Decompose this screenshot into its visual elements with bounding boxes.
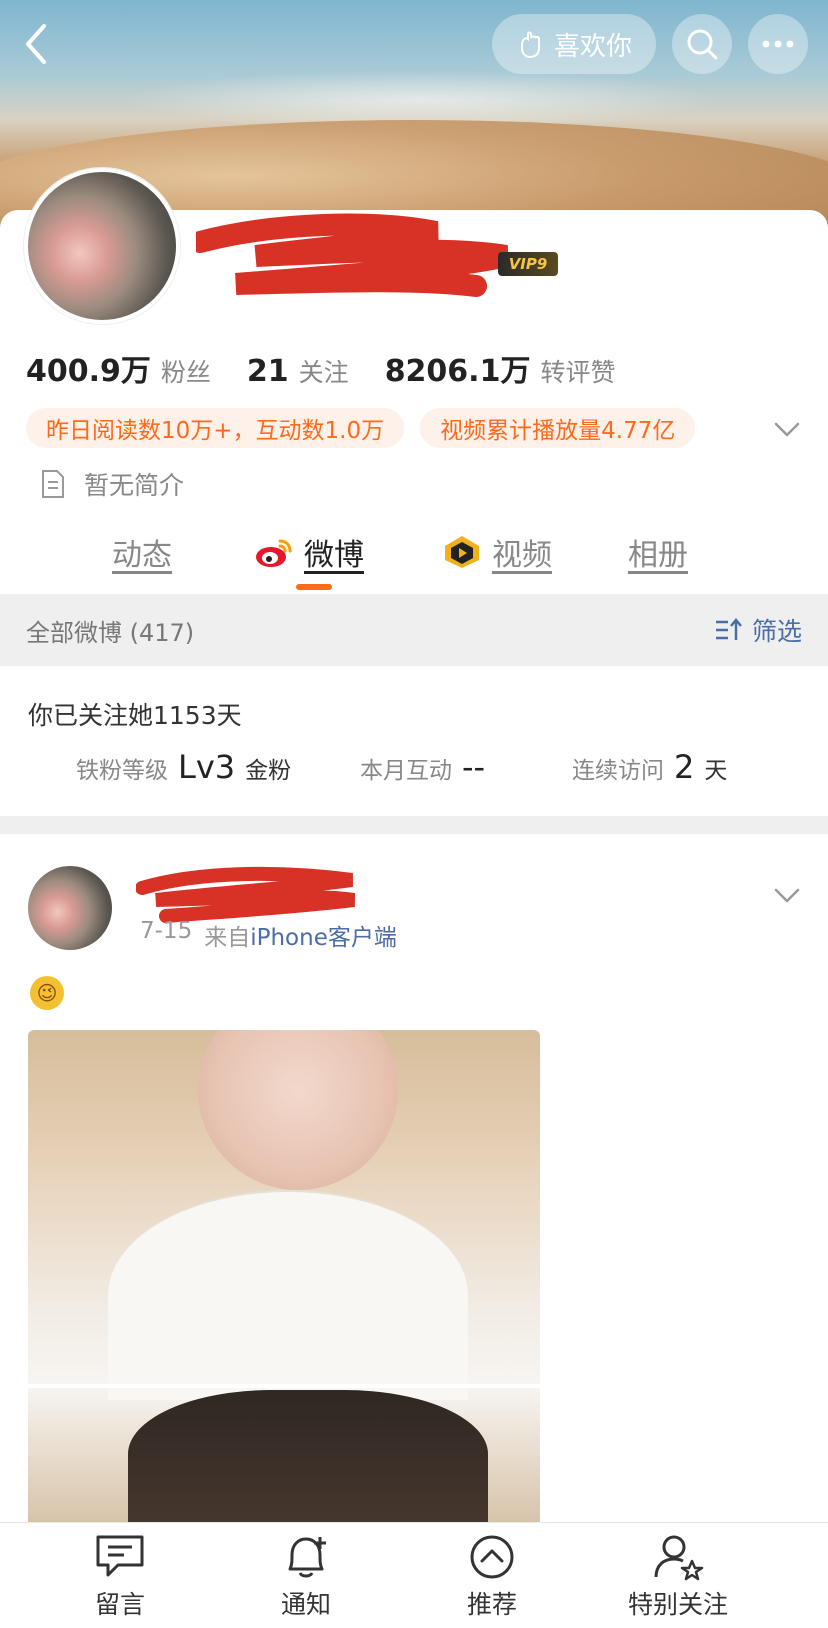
tab-dynamic-label: 动态 <box>112 538 172 573</box>
recommend-up-icon <box>470 1535 514 1579</box>
post-source[interactable]: iPhone客户端 <box>250 925 397 951</box>
filter-label: 筛选 <box>751 617 802 646</box>
active-tab-indicator <box>296 584 332 590</box>
special-follow-button[interactable]: 特别关注 <box>608 1533 748 1621</box>
like-you-label: 喜欢你 <box>553 31 632 62</box>
consecutive-visits[interactable]: 连续访问 2 天 <box>572 748 727 786</box>
weibo-icon <box>256 539 292 567</box>
fan-level[interactable]: 铁粉等级 Lv3 金粉 <box>76 748 291 786</box>
document-icon <box>42 470 64 498</box>
message-label: 留言 <box>94 1590 145 1619</box>
tab-weibo[interactable]: 微博 <box>254 520 364 584</box>
back-arrow-icon <box>26 24 46 64</box>
bell-plus-icon <box>288 1537 326 1578</box>
followers-label: 粉丝 <box>160 358 211 387</box>
avatar[interactable] <box>24 168 180 324</box>
follow-days-text: 你已关注她1153天 <box>28 701 242 730</box>
tab-album-label: 相册 <box>628 538 688 573</box>
post-menu-chevron-icon[interactable] <box>772 880 802 910</box>
post-card: 7-15 来自iPhone客户端 😉 <box>0 834 828 1524</box>
tab-video-label: 视频 <box>492 538 552 573</box>
profile-tabs: 动态 微博 视频 相册 <box>0 520 828 592</box>
tab-video[interactable]: 视频 <box>442 520 552 584</box>
special-follow-icon <box>654 1535 704 1581</box>
bottom-action-bar: 留言 通知 推荐 特别关注 <box>0 1522 828 1628</box>
post-from: 来自iPhone客户端 <box>204 918 397 952</box>
chevron-down-icon[interactable] <box>772 414 802 444</box>
special-follow-label: 特别关注 <box>627 1590 728 1619</box>
like-you-button[interactable]: 喜欢你 <box>492 14 656 74</box>
tab-weibo-label: 微博 <box>304 538 364 573</box>
message-icon <box>96 1535 144 1577</box>
filter-icon <box>715 618 742 640</box>
following-count: 21 <box>246 354 289 389</box>
wink-emoji-icon: 😉 <box>30 976 64 1010</box>
post-date: 7-15 <box>140 918 193 944</box>
search-button[interactable] <box>672 14 732 74</box>
followers-count: 400.9万 <box>26 354 151 389</box>
video-plays-tag[interactable]: 视频累计播放量4.77亿 <box>420 408 696 448</box>
hand-like-icon <box>520 31 540 59</box>
photo-divider <box>28 1384 540 1388</box>
monthly-interaction[interactable]: 本月互动 -- <box>360 748 485 786</box>
profile-tags: 昨日阅读数10万+，互动数1.0万 视频累计播放量4.77亿 <box>26 408 696 448</box>
fan-panel: 你已关注她1153天 铁粉等级 Lv3 金粉 本月互动 -- 连续访问 2 天 <box>0 666 828 816</box>
fan-level-unit: 金粉 <box>245 758 292 784</box>
post-meta: 7-15 来自iPhone客户端 <box>140 918 397 952</box>
bio-text: 暂无简介 <box>84 471 185 500</box>
photo-face <box>198 1030 398 1190</box>
engagement-count: 8206.1万 <box>384 354 531 389</box>
vip-badge[interactable]: VIP9 <box>498 252 558 276</box>
search-icon <box>687 29 718 60</box>
monthly-interaction-label: 本月互动 <box>360 758 452 784</box>
tab-album[interactable]: 相册 <box>628 520 688 584</box>
section-separator <box>0 816 828 834</box>
post-image[interactable] <box>28 1030 540 1524</box>
video-icon <box>445 536 479 568</box>
following-label: 关注 <box>298 358 349 387</box>
photo-second-image <box>128 1390 488 1524</box>
tab-dynamic[interactable]: 动态 <box>112 520 172 584</box>
notify-label: 通知 <box>280 1590 331 1619</box>
back-button[interactable] <box>14 20 58 68</box>
consecutive-visits-unit: 天 <box>704 758 728 784</box>
message-button[interactable]: 留言 <box>50 1533 190 1621</box>
notify-button[interactable]: 通知 <box>236 1533 376 1621</box>
followers-stat[interactable]: 400.9万 粉丝 <box>26 346 211 390</box>
fan-level-label: 铁粉等级 <box>76 758 168 784</box>
consecutive-visits-label: 连续访问 <box>572 758 664 784</box>
engagement-label: 转评赞 <box>540 358 616 387</box>
recommend-button[interactable]: 推荐 <box>422 1533 562 1621</box>
recommend-label: 推荐 <box>466 1590 517 1619</box>
following-stat[interactable]: 21 关注 <box>247 353 349 389</box>
engagement-stat[interactable]: 8206.1万 转评赞 <box>385 346 616 390</box>
reading-stat-tag[interactable]: 昨日阅读数10万+，互动数1.0万 <box>26 408 405 448</box>
filter-bar: 全部微博 (417) 筛选 <box>0 594 828 666</box>
profile-stats: 400.9万 粉丝 21 关注 8206.1万 转评赞 <box>26 346 615 390</box>
post-avatar[interactable] <box>28 866 112 950</box>
fan-stats-row: 铁粉等级 Lv3 金粉 本月互动 -- 连续访问 2 天 <box>0 748 828 798</box>
more-icon <box>762 40 794 48</box>
consecutive-visits-value: 2 <box>674 748 695 786</box>
monthly-interaction-value: -- <box>462 748 486 786</box>
profile-bio: 暂无简介 <box>40 466 184 502</box>
photo-collar <box>108 1190 468 1400</box>
fan-level-value: Lv3 <box>178 748 236 786</box>
all-posts-title: 全部微博 (417) <box>26 618 195 647</box>
filter-button[interactable]: 筛选 <box>714 612 802 648</box>
more-button[interactable] <box>748 14 808 74</box>
post-from-label: 来自 <box>204 925 251 951</box>
